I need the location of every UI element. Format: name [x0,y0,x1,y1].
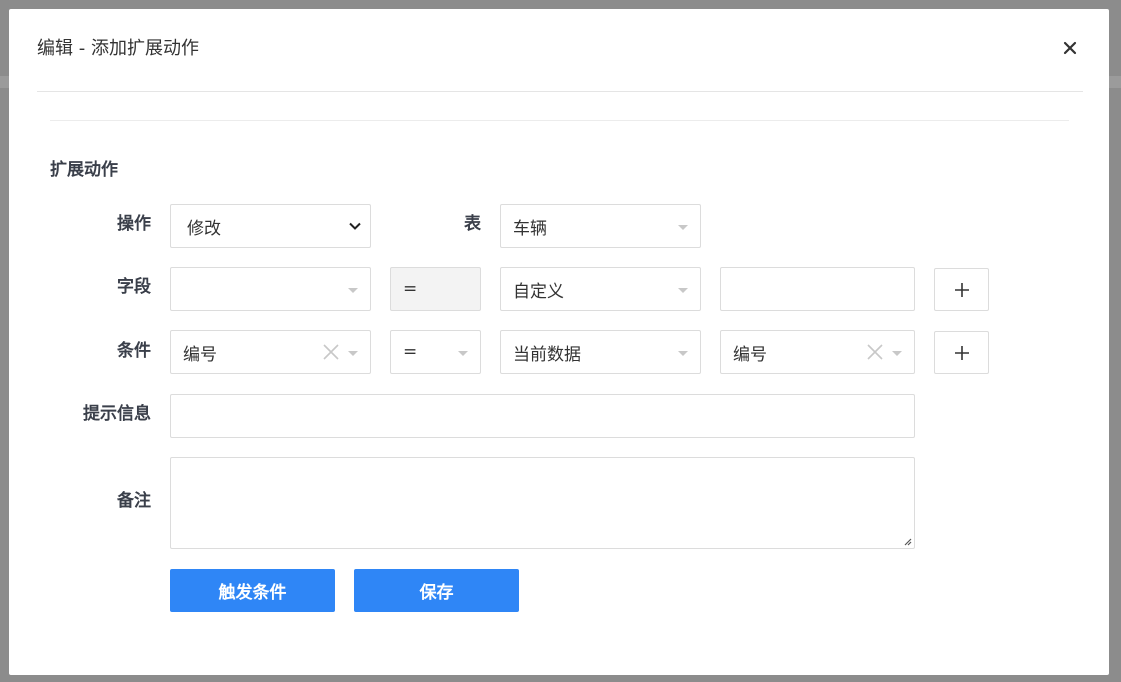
remark-textarea[interactable] [170,457,915,549]
backdrop-strip [0,76,9,88]
prompt-input[interactable] [170,394,915,438]
add-field-button[interactable] [934,268,989,311]
condition-target-value: 编号 [733,344,767,365]
field-label: 字段 [117,277,151,297]
section-title: 扩展动作 [50,160,118,180]
field-custom-input[interactable] [720,267,915,311]
plus-icon [954,345,969,360]
clear-icon[interactable] [322,343,340,361]
condition-source-select[interactable]: 当前数据 [500,330,701,374]
caret-down-icon [348,351,358,356]
operation-select[interactable]: 修改 [170,204,371,248]
condition-label: 条件 [117,341,151,361]
trigger-condition-button[interactable]: 触发条件 [170,569,335,612]
add-condition-button[interactable] [934,331,989,374]
extension-action-dialog: 编辑 - 添加扩展动作 扩展动作 操作 修改 表 车辆 字段 = 自定义 条件 … [9,9,1109,675]
dialog-title: 编辑 - 添加扩展动作 [37,38,199,59]
close-icon[interactable] [1061,39,1079,57]
caret-down-icon [892,351,902,356]
table-label: 表 [464,214,481,234]
condition-source-value: 当前数据 [513,344,581,365]
save-button[interactable]: 保存 [354,569,519,612]
caret-down-icon [678,351,688,356]
caret-down-icon [678,225,688,230]
prompt-label: 提示信息 [83,404,151,424]
table-value: 车辆 [513,218,547,239]
condition-field-value: 编号 [183,344,217,365]
condition-operator-value: = [403,342,418,362]
operation-label: 操作 [117,214,151,234]
condition-target-select[interactable]: 编号 [720,330,915,374]
table-select[interactable]: 车辆 [500,204,701,248]
caret-down-icon [678,288,688,293]
backdrop-strip [1109,76,1121,88]
field-operator: = [390,267,481,311]
chevron-down-icon [349,222,361,230]
remark-label: 备注 [117,491,151,511]
clear-icon[interactable] [866,343,884,361]
section-divider [50,120,1069,121]
header-divider [37,91,1083,92]
caret-down-icon [458,351,468,356]
caret-down-icon [348,288,358,293]
field-source-value: 自定义 [513,281,564,302]
resize-handle-icon[interactable] [902,536,912,546]
field-select[interactable] [170,267,371,311]
field-operator-value: = [403,279,418,299]
condition-field-select[interactable]: 编号 [170,330,371,374]
plus-icon [954,282,969,297]
operation-value: 修改 [187,218,221,239]
field-source-select[interactable]: 自定义 [500,267,701,311]
condition-operator-select[interactable]: = [390,330,481,374]
